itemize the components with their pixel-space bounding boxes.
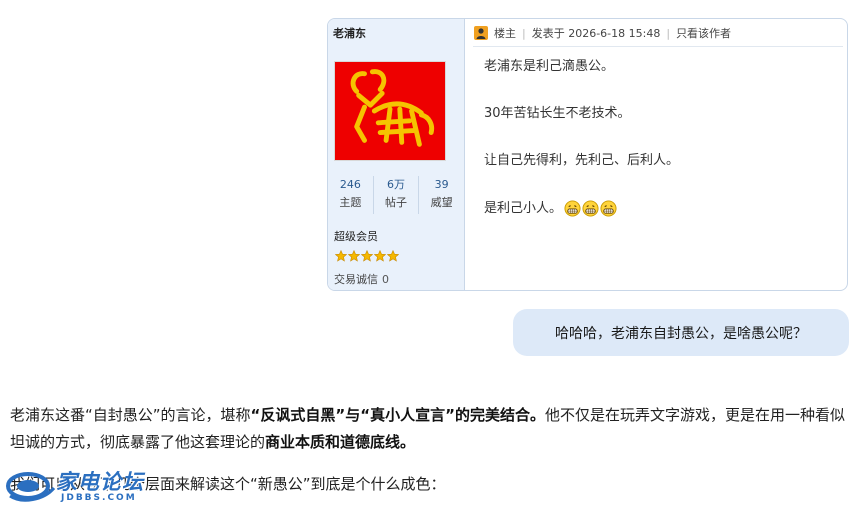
stat-topics-label: 主题 <box>339 196 362 209</box>
stat-posts[interactable]: 6万 帖子 <box>372 176 419 214</box>
star-icon <box>361 250 373 262</box>
author-profile: 老浦东 246 主题 6万 帖子 39 威望 超级会员 交易诚信 0 <box>328 19 465 290</box>
rank-stars <box>335 250 399 262</box>
star-icon <box>348 250 360 262</box>
post-line: 让自己先得利，先利己、后利人。 <box>484 153 680 168</box>
floor-label: 楼主 <box>494 27 516 40</box>
stat-prestige-label: 威望 <box>430 196 453 209</box>
watermark-title: 家电论坛 <box>56 470 144 494</box>
post-time: 发表于 2026-6-18 15:48 <box>531 27 661 40</box>
response-paragraph: 老浦东这番“自封愚公”的言论，堪称“反讽式自黑”与“真小人宣言”的完美结合。他不… <box>10 402 855 456</box>
bull-avatar-image <box>335 62 445 160</box>
header-divider: | <box>522 26 526 40</box>
author-stats: 246 主题 6万 帖子 39 威望 <box>328 176 464 214</box>
response-text: 老浦东这番“自封愚公”的言论，堪称 <box>10 406 251 424</box>
grin-emoji <box>582 200 599 217</box>
member-rank[interactable]: 超级会员 <box>334 228 378 244</box>
stat-prestige[interactable]: 39 威望 <box>418 176 464 214</box>
thread-starter-icon <box>474 26 488 40</box>
grin-emoji <box>564 200 581 217</box>
stat-posts-label: 帖子 <box>385 196 407 209</box>
emoji-row <box>564 200 617 217</box>
trade-credit[interactable]: 交易诚信 0 <box>334 271 389 287</box>
grin-emoji <box>600 200 617 217</box>
trade-credit-label: 交易诚信 <box>334 273 378 286</box>
stat-topics[interactable]: 246 主题 <box>328 176 373 214</box>
watermark-subtitle: JDBBS.COM <box>61 493 137 503</box>
post-body: 老浦东是利己滴愚公。 30年苦钻长生不老技术。 让自己先得利，先利己、后利人。 … <box>484 59 679 247</box>
post-line-last: 是利己小人。 <box>484 200 679 247</box>
avatar[interactable] <box>334 61 446 161</box>
star-icon <box>387 250 399 262</box>
user-message-bubble: 哈哈哈，老浦东自封愚公，是啥愚公呢？ <box>513 309 849 356</box>
post-header: 楼主 | 发表于 2026-6-18 15:48 | 只看该作者 <box>474 25 731 41</box>
post-line-text: 是利己小人。 <box>484 201 563 216</box>
header-divider-line <box>473 46 843 47</box>
post-line: 老浦东是利己滴愚公。 <box>484 59 615 74</box>
response-bold: 商业本质和道德底线。 <box>265 433 416 451</box>
author-username[interactable]: 老浦东 <box>333 25 366 41</box>
only-author-link[interactable]: 只看该作者 <box>676 25 731 41</box>
response-bold: “反讽式自黑”与“真小人宣言”的完美结合。 <box>250 406 545 424</box>
forum-logo-icon <box>6 472 56 502</box>
star-icon <box>374 250 386 262</box>
header-divider: | <box>666 26 671 40</box>
star-icon <box>335 250 347 262</box>
forum-post: 老浦东 246 主题 6万 帖子 39 威望 超级会员 交易诚信 0 楼主 | … <box>327 18 848 291</box>
stat-prestige-value: 39 <box>434 178 449 191</box>
trade-credit-value: 0 <box>382 273 389 286</box>
forum-watermark: 家电论坛 JDBBS.COM <box>4 466 164 509</box>
stat-posts-value: 6万 <box>387 178 405 191</box>
post-line: 30年苦钻长生不老技术。 <box>484 106 631 121</box>
stat-topics-value: 246 <box>339 178 361 191</box>
user-message-text: 哈哈哈，老浦东自封愚公，是啥愚公呢？ <box>555 325 807 342</box>
assistant-response: 老浦东这番“自封愚公”的言论，堪称“反讽式自黑”与“真小人宣言”的完美结合。他不… <box>10 402 855 456</box>
